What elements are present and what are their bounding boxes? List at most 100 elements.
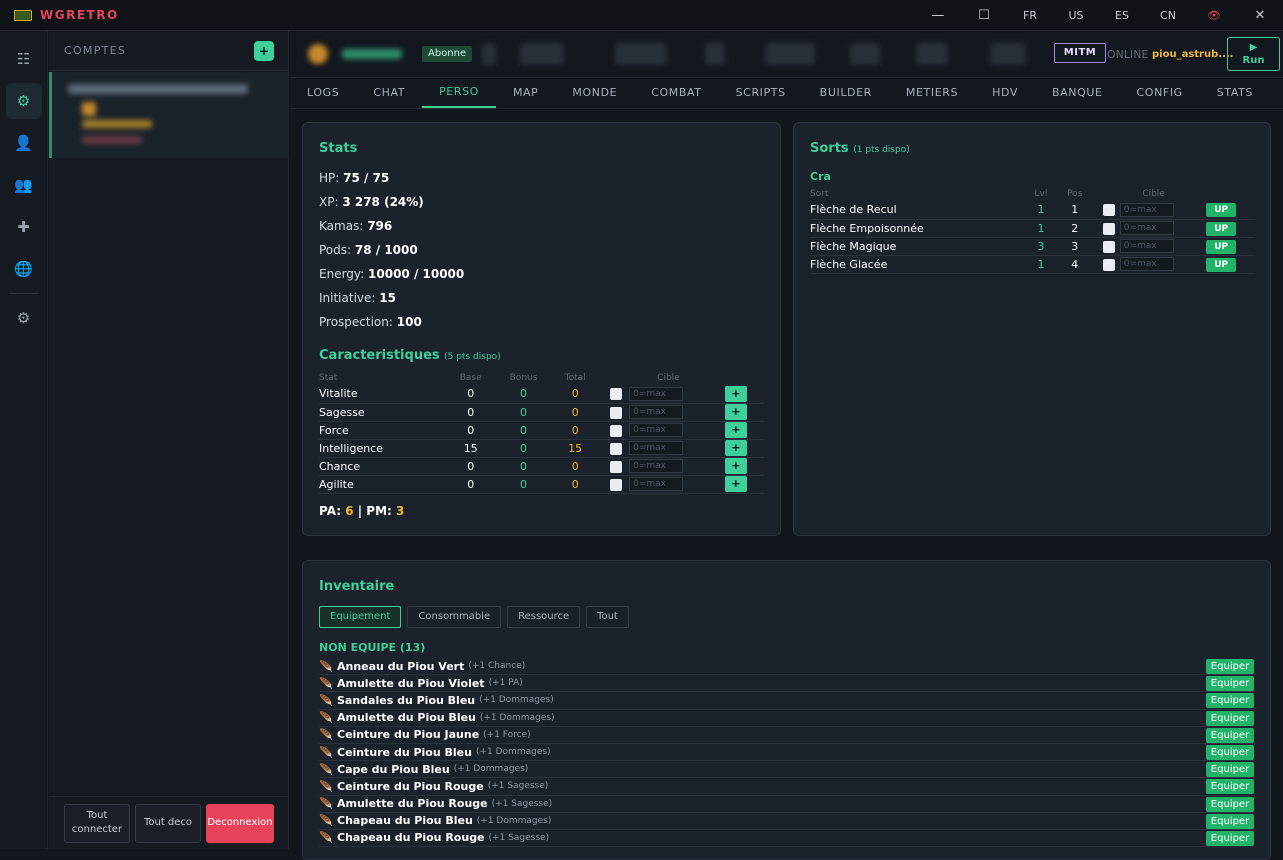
tab-logs[interactable]: LOGS xyxy=(290,77,356,108)
sort-checkbox[interactable] xyxy=(1102,240,1115,253)
carac-cible-input[interactable]: 0=max xyxy=(629,441,684,455)
sort-checkbox[interactable] xyxy=(1102,258,1115,271)
inv-tab-equipement[interactable]: Equipement xyxy=(319,606,402,628)
equip-button[interactable]: Equiper xyxy=(1206,676,1254,692)
item-name: Amulette du Piou Violet xyxy=(337,676,485,690)
gear-icon[interactable]: ⚙ xyxy=(5,83,42,119)
carac-checkbox[interactable] xyxy=(609,406,622,419)
carac-checkbox[interactable] xyxy=(609,424,622,437)
tab-hdv[interactable]: HDV xyxy=(975,77,1035,108)
tab-config[interactable]: CONFIG xyxy=(1120,77,1200,108)
tab-perso[interactable]: PERSO xyxy=(422,77,496,108)
disconnect-all-button[interactable]: Tout deco xyxy=(135,803,201,843)
carac-checkbox[interactable] xyxy=(609,388,622,401)
carac-plus-button[interactable]: + xyxy=(724,404,747,420)
run-button[interactable]: ▶ Run xyxy=(1227,37,1280,71)
equip-button[interactable]: Equiper xyxy=(1206,762,1254,778)
sorts-card: Sorts (1 pts dispo) Cra Sort Lvl Pos Cib… xyxy=(793,122,1271,536)
sort-cible-input[interactable]: 0=max xyxy=(1119,202,1174,217)
carac-cible-input[interactable]: 0=max xyxy=(629,386,684,401)
equip-button[interactable]: Equiper xyxy=(1206,659,1254,674)
group-icon[interactable]: 👥 xyxy=(6,167,42,203)
cross-icon[interactable]: ✚ xyxy=(6,209,42,245)
maximize-button[interactable]: ☐ xyxy=(961,8,1007,23)
carac-plus-button[interactable]: + xyxy=(724,440,747,456)
carac-cible-input[interactable]: 0=max xyxy=(629,477,684,491)
carac-cible-input[interactable]: 0=max xyxy=(629,405,684,419)
item-name: Ceinture du Piou Bleu xyxy=(337,745,472,759)
equip-button[interactable]: Equiper xyxy=(1206,796,1254,812)
carac-plus-button[interactable]: + xyxy=(724,385,747,402)
tab-scripts[interactable]: SCRIPTS xyxy=(719,77,803,108)
inv-tab-consommable[interactable]: Consommable xyxy=(407,606,502,628)
stat-energy: Energy: 10000 / 10000 xyxy=(319,267,465,281)
tab-metiers[interactable]: METIERS xyxy=(889,77,975,108)
sort-cible-input[interactable]: 0=max xyxy=(1119,239,1174,253)
inventory-title: Inventaire xyxy=(319,579,395,594)
carac-header-stat: Stat xyxy=(319,373,338,383)
sort-up-button[interactable]: UP xyxy=(1206,257,1237,272)
tab-map[interactable]: MAP xyxy=(496,77,555,108)
sort-checkbox[interactable] xyxy=(1102,204,1115,217)
carac-plus-button[interactable]: + xyxy=(724,458,747,474)
connect-all-button[interactable]: Tout connecter xyxy=(64,803,130,843)
equip-button[interactable]: Equiper xyxy=(1206,693,1254,709)
tab-builder[interactable]: BUILDER xyxy=(803,77,889,108)
tab-monde[interactable]: MONDE xyxy=(555,77,634,108)
sort-up-button[interactable]: UP xyxy=(1206,203,1237,218)
item-bonus: (+1 Sagesse) xyxy=(491,798,553,809)
carac-checkbox[interactable] xyxy=(609,442,622,455)
tab-chat[interactable]: CHAT xyxy=(356,77,422,108)
feather-icon: 🪶 xyxy=(319,745,333,759)
account-card[interactable] xyxy=(49,72,289,158)
equip-button[interactable]: Equiper xyxy=(1206,830,1254,846)
sort-lvl: 1 xyxy=(1029,219,1053,238)
tab-combat[interactable]: COMBAT xyxy=(634,77,718,108)
item-bonus: (+1 Dommages) xyxy=(479,712,555,723)
stat-initiative: Initiative: 15 xyxy=(319,291,396,305)
inventory-section-title: NON EQUIPE (13) xyxy=(319,641,426,654)
carac-cible-input[interactable]: 0=max xyxy=(629,459,684,473)
minimize-button[interactable]: — xyxy=(915,8,961,23)
carac-checkbox[interactable] xyxy=(609,460,622,473)
carac-plus-button[interactable]: + xyxy=(724,422,747,438)
lang-cn-button[interactable]: CN xyxy=(1145,9,1191,22)
logout-button[interactable]: Deconnexion xyxy=(206,803,274,843)
tab-banque[interactable]: BANQUE xyxy=(1035,77,1120,108)
sort-up-button[interactable]: UP xyxy=(1206,239,1237,254)
carac-header-base: Base xyxy=(459,373,482,383)
sorts-header-sort: Sort xyxy=(810,189,829,199)
lang-es-button[interactable]: ES xyxy=(1099,9,1145,22)
inventory-list: 🪶 Anneau du Piou Vert (+1 Chance) Equiper 🪶 A… xyxy=(319,658,1254,848)
carac-cible-input[interactable]: 0=max xyxy=(629,423,684,437)
sort-cible-input[interactable]: 0=max xyxy=(1119,221,1174,235)
sort-cible-input[interactable]: 0=max xyxy=(1119,257,1174,271)
character-icon[interactable]: 👤 xyxy=(6,125,42,161)
equip-button[interactable]: Equiper xyxy=(1206,710,1254,726)
lang-fr-button[interactable]: FR xyxy=(1007,9,1053,22)
inventory-tabs: Equipement Consommable Ressource Tout xyxy=(319,606,629,628)
equip-button[interactable]: Equiper xyxy=(1206,813,1254,829)
lang-us-button[interactable]: US xyxy=(1053,9,1099,22)
feather-icon: 🪶 xyxy=(319,779,333,793)
settings-icon[interactable]: ⚙ xyxy=(6,300,42,336)
tab-stats[interactable]: STATS xyxy=(1200,77,1270,108)
inv-tab-tout[interactable]: Tout xyxy=(586,606,629,628)
equip-button[interactable]: Equiper xyxy=(1206,744,1254,760)
equip-button[interactable]: Equiper xyxy=(1206,727,1254,743)
sort-up-button[interactable]: UP xyxy=(1206,221,1237,236)
carac-title: Caracteristiques (5 pts dispo) xyxy=(319,348,501,363)
close-button[interactable]: ✕ xyxy=(1237,8,1283,23)
carac-plus-button[interactable]: + xyxy=(724,476,747,492)
carac-checkbox[interactable] xyxy=(609,478,622,491)
globe-icon[interactable]: 🌐 xyxy=(6,251,42,287)
inv-tab-ressource[interactable]: Ressource xyxy=(507,606,581,628)
sort-checkbox[interactable] xyxy=(1102,222,1115,235)
stat-pods: Pods: 78 / 1000 xyxy=(319,243,418,257)
eye-icon[interactable]: 👁 xyxy=(1191,9,1237,22)
list-icon[interactable]: ☷ xyxy=(6,41,42,77)
add-account-button[interactable]: + xyxy=(254,41,274,61)
equip-button[interactable]: Equiper xyxy=(1206,779,1254,795)
mitm-badge[interactable]: MITM xyxy=(1054,43,1106,63)
main-tabs: LOGS CHAT PERSO MAP MONDE COMBAT SCRIPTS… xyxy=(290,78,1283,109)
